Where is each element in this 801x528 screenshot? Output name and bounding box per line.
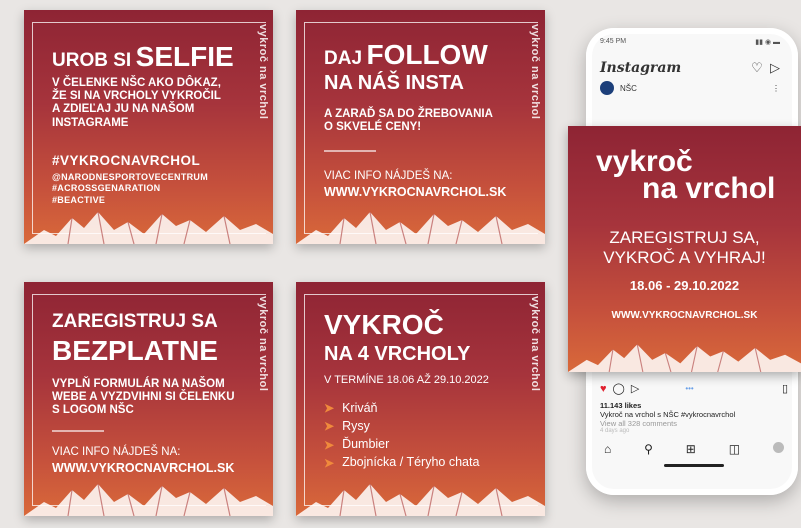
card-register: vykroč na vrchol ZAREGISTRUJ SA BEZPLATN… bbox=[24, 282, 273, 516]
status-time: 9:45 PM bbox=[600, 38, 627, 45]
divider bbox=[52, 430, 104, 432]
body-line: A ZARAĎ SA DO ŽREBOVANIA bbox=[324, 108, 493, 120]
like-icon[interactable]: ♥ bbox=[600, 383, 607, 395]
post-text: ZAREGISTRUJ SA, VYKROČ A VYHRAJ! bbox=[568, 228, 801, 269]
home-indicator bbox=[664, 464, 724, 467]
bottom-nav: ⌂ ⚲ ⊞ ◫ bbox=[600, 442, 788, 456]
card-body: V ČELENKE NŠC AKO DÔKAZ, ŽE SI NA VRCHOL… bbox=[52, 77, 221, 130]
body-line: O SKVELÉ CENY! bbox=[324, 121, 422, 134]
title-part: DAJ bbox=[324, 48, 363, 69]
mountains-graphic bbox=[296, 483, 545, 516]
instagram-post: vykroč na vrchol ZAREGISTRUJ SA, VYKROČ … bbox=[568, 126, 801, 372]
arrow-right-icon: ➤ bbox=[324, 437, 335, 452]
card-title: UROB SI SELFIE bbox=[52, 42, 234, 71]
instagram-actions: ♥ ◯ ▷ ••• ▯ 11.143 likes Vykroč na vrcho… bbox=[600, 382, 788, 467]
view-comments-link[interactable]: View all 328 comments bbox=[600, 419, 788, 428]
bookmark-icon[interactable]: ▯ bbox=[782, 382, 788, 395]
mountains-graphic bbox=[24, 211, 273, 244]
card-peaks: vykroč na vrchol VYKROČ NA 4 VRCHOLY V T… bbox=[296, 282, 545, 516]
comment-icon[interactable]: ◯ bbox=[613, 382, 625, 395]
card-title: DAJ FOLLOW bbox=[324, 40, 488, 69]
post-caption: Vykroč na vrchol s NŠC #vykrocnavrchol bbox=[600, 410, 736, 419]
card-body: A ZARAĎ SA DO ŽREBOVANIA O SKVELÉ CENY! bbox=[324, 108, 493, 134]
body-line: WEBE A VYZDVIHNI SI ČELENKU bbox=[52, 391, 235, 404]
arrow-right-icon: ➤ bbox=[324, 419, 335, 434]
peak-name: Rysy bbox=[342, 419, 370, 434]
send-icon[interactable]: ▷ bbox=[770, 60, 780, 75]
mountains-graphic bbox=[24, 483, 273, 516]
like-count: 11.143 likes bbox=[600, 401, 642, 410]
logo-line: vykroč bbox=[596, 145, 693, 178]
more-icon[interactable]: ⋮ bbox=[772, 84, 780, 93]
instagram-header: 9:45 PM ▮▮ ◉ ▬ Instagram ♡ ▷ NŠC ⋮ bbox=[600, 38, 780, 95]
peak-name: Kriváň bbox=[342, 401, 378, 415]
peak-list: ➤ Kriváň ➤ Rysy ➤ Ďumbier ➤ Zbojnícka / Téry… bbox=[324, 401, 479, 475]
title-part: SELFIE bbox=[135, 41, 234, 72]
post-time: 4 days ago bbox=[600, 428, 630, 434]
add-post-icon[interactable]: ⊞ bbox=[686, 442, 696, 456]
arrow-right-icon: ➤ bbox=[324, 401, 335, 416]
divider bbox=[324, 150, 376, 152]
hashtag: #VYKROCNAVRCHOL bbox=[52, 153, 201, 168]
post-dates: 18.06 - 29.10.2022 bbox=[629, 278, 740, 293]
card-subtitle: NA NÁŠ INSTA bbox=[324, 72, 464, 94]
avatar[interactable] bbox=[600, 81, 614, 95]
website-link[interactable]: WWW.VYKROCNAVRCHOL.SK bbox=[324, 185, 506, 199]
tag: @NARODNESPORTOVECENTRUM bbox=[52, 172, 209, 182]
post-line: VYKROČ A VYHRAJ! bbox=[603, 248, 766, 268]
account-name[interactable]: NŠC bbox=[620, 84, 637, 93]
peak-item: ➤ Kriváň bbox=[324, 401, 479, 416]
brand-logo: vykroč na vrchol bbox=[257, 24, 269, 120]
peak-item: ➤ Ďumbier bbox=[324, 438, 479, 451]
brand-logo: vykroč na vrchol bbox=[257, 296, 269, 392]
card-title-big: BEZPLATNE bbox=[52, 335, 218, 366]
peak-item: ➤ Zbojnícka / Téryho chata bbox=[324, 456, 479, 469]
date-range: V TERMÍNE 18.06 AŽ 29.10.2022 bbox=[324, 374, 489, 386]
body-line: S LOGOM NŠC bbox=[52, 404, 134, 417]
logo-line: na vrchol bbox=[642, 172, 776, 205]
signal-icon: ▮▮ ◉ ▬ bbox=[755, 39, 780, 46]
tag: #ACROSSGENARATION bbox=[52, 183, 161, 194]
mountains-graphic bbox=[568, 343, 801, 372]
arrow-right-icon: ➤ bbox=[324, 455, 335, 470]
post-url: WWW.VYKROCNAVRCHOL.SK bbox=[611, 310, 758, 321]
post-logo: vykroč na vrchol bbox=[596, 145, 776, 205]
card-title: VYKROČ bbox=[324, 309, 444, 340]
header-actions: ♡ ▷ bbox=[751, 60, 780, 76]
title-part: FOLLOW bbox=[366, 39, 488, 70]
heart-icon[interactable]: ♡ bbox=[751, 60, 763, 75]
brand-logo: vykroč na vrchol bbox=[529, 24, 541, 120]
info-label: VIAC INFO NÁJDEŠ NA: bbox=[52, 446, 181, 458]
info-label: VIAC INFO NÁJDEŠ NA: bbox=[324, 170, 453, 182]
title-part: UROB SI bbox=[52, 50, 132, 71]
carousel-dots: ••• bbox=[685, 384, 694, 393]
card-follow: vykroč na vrchol DAJ FOLLOW NA NÁŠ INSTA… bbox=[296, 10, 545, 244]
card-body: VYPLŇ FORMULÁR NA NAŠOM WEBE A VYZDVIHNI… bbox=[52, 378, 235, 418]
card-subtitle: NA 4 VRCHOLY bbox=[324, 343, 471, 365]
peak-item: ➤ Rysy bbox=[324, 419, 479, 434]
shop-icon[interactable]: ◫ bbox=[729, 442, 740, 456]
card-title: ZAREGISTRUJ SA bbox=[52, 311, 218, 332]
home-icon[interactable]: ⌂ bbox=[604, 442, 611, 456]
post-line: ZAREGISTRUJ SA, bbox=[609, 228, 760, 247]
brand-logo: vykroč na vrchol bbox=[529, 296, 541, 392]
app-title: Instagram bbox=[600, 60, 682, 76]
body-line: INSTAGRAME bbox=[52, 116, 129, 129]
peak-name: Zbojnícka / Téryho chata bbox=[342, 455, 480, 470]
body-line: V ČELENKE NŠC AKO DÔKAZ, bbox=[52, 77, 221, 89]
body-line: A ZDIEĽAJ JU NA NAŠOM bbox=[52, 103, 195, 116]
card-selfie: vykroč na vrchol UROB SI SELFIE V ČELENK… bbox=[24, 10, 273, 244]
mountains-graphic bbox=[296, 211, 545, 244]
share-icon[interactable]: ▷ bbox=[631, 382, 639, 395]
peak-name: Ďumbier bbox=[342, 437, 390, 452]
body-line: VYPLŇ FORMULÁR NA NAŠOM bbox=[52, 378, 225, 390]
search-icon[interactable]: ⚲ bbox=[644, 442, 653, 456]
body-line: ŽE SI NA VRCHOLY VYKROČIL bbox=[52, 90, 221, 103]
profile-avatar[interactable] bbox=[772, 442, 784, 453]
